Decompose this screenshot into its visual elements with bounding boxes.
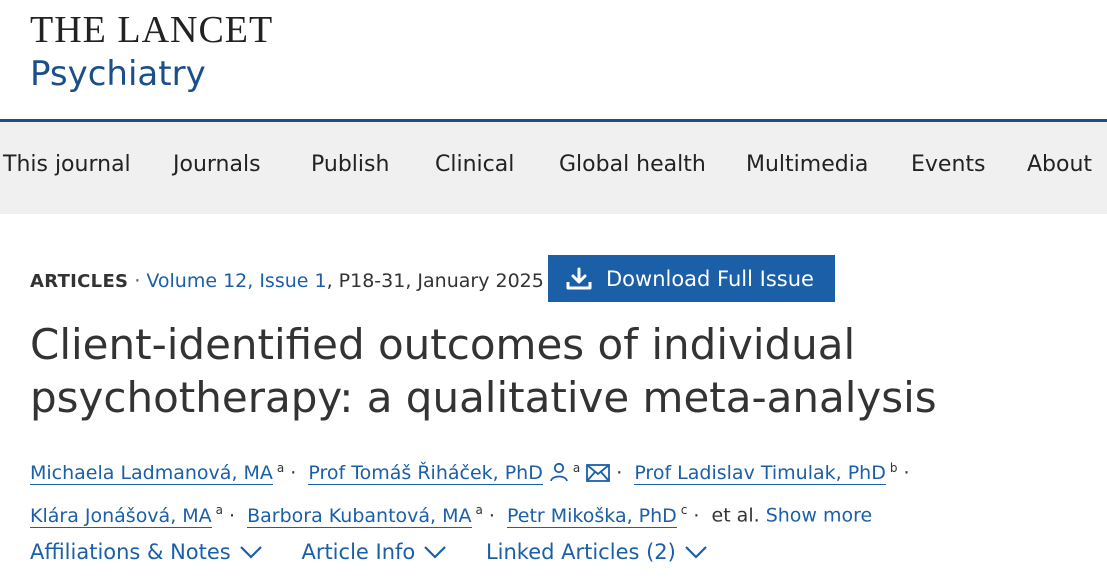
article-meta: ARTICLES · Volume 12, Issue 1, P18-31, Jan… (30, 270, 544, 292)
author-list: Michaela Ladmanová, MA a · Prof Tomáš Řihá… (30, 450, 1100, 535)
separator-dot: · (134, 270, 141, 292)
author-link[interactable]: Petr Mikoška, PhD (506, 504, 677, 528)
nav-item-about[interactable]: About (1027, 152, 1092, 177)
et-al-text: et al. (711, 504, 760, 527)
logo-title: THE LANCET (30, 9, 274, 51)
affiliation-marker[interactable]: a (476, 503, 483, 517)
article-type: ARTICLES (30, 271, 129, 292)
download-full-issue-button[interactable]: Download Full Issue (548, 255, 835, 302)
tab-label: Affiliations & Notes (30, 540, 231, 564)
affiliation-marker[interactable]: c (681, 503, 688, 517)
author-link[interactable]: Prof Tomáš Řiháček, PhD (308, 462, 543, 486)
author-link[interactable]: Klára Jonášová, MA (30, 504, 212, 528)
affiliation-marker[interactable]: a (277, 461, 284, 475)
mail-icon[interactable] (586, 464, 611, 483)
volume-issue-link[interactable]: Volume 12, Issue 1 (146, 270, 326, 292)
download-label: Download Full Issue (606, 266, 814, 291)
main-nav: This journal Journals Publish Clinical G… (0, 122, 1107, 214)
tab-label: Article Info (301, 540, 416, 564)
nav-item-journals[interactable]: Journals (173, 152, 261, 177)
nav-item-clinical[interactable]: Clinical (435, 152, 514, 177)
chevron-down-icon (239, 546, 262, 559)
journal-logo[interactable]: THE LANCET Psychiatry (30, 10, 273, 96)
tab-linked-articles[interactable]: Linked Articles (2) (486, 540, 708, 564)
author-line-1: Michaela Ladmanová, MA a · Prof Tomáš Řihá… (30, 461, 910, 486)
author-link[interactable]: Michaela Ladmanová, MA (30, 462, 273, 486)
nav-item-this-journal[interactable]: This journal (3, 152, 131, 177)
chevron-down-icon (424, 546, 447, 559)
affiliation-marker[interactable]: a (573, 461, 580, 475)
nav-item-events[interactable]: Events (911, 152, 986, 177)
chevron-down-icon (685, 546, 707, 559)
person-icon[interactable] (549, 462, 569, 482)
article-title: Client-identified outcomes of individual… (30, 320, 937, 422)
affiliation-marker[interactable]: a (216, 503, 223, 517)
logo-subtitle: Psychiatry (30, 54, 206, 94)
tab-affiliations-notes[interactable]: Affiliations & Notes (30, 540, 263, 564)
nav-item-publish[interactable]: Publish (311, 152, 389, 177)
tab-label: Linked Articles (2) (485, 540, 676, 564)
nav-item-global-health[interactable]: Global health (559, 152, 706, 177)
article-tabs: Affiliations & Notes Article Info Linked… (30, 540, 740, 564)
pages-date: , P18-31, January 2025 (326, 270, 544, 292)
author-link[interactable]: Prof Ladislav Timulak, PhD (634, 462, 886, 486)
tab-article-info[interactable]: Article Info (301, 540, 447, 564)
author-line-2: Klára Jonášová, MA a · Barbora Kubantová, … (30, 503, 873, 528)
affiliation-marker[interactable]: b (890, 461, 898, 475)
author-link[interactable]: Barbora Kubantová, MA (247, 504, 472, 528)
show-more-authors-link[interactable]: Show more (766, 505, 873, 527)
download-icon (566, 267, 592, 289)
nav-item-multimedia[interactable]: Multimedia (746, 152, 868, 177)
